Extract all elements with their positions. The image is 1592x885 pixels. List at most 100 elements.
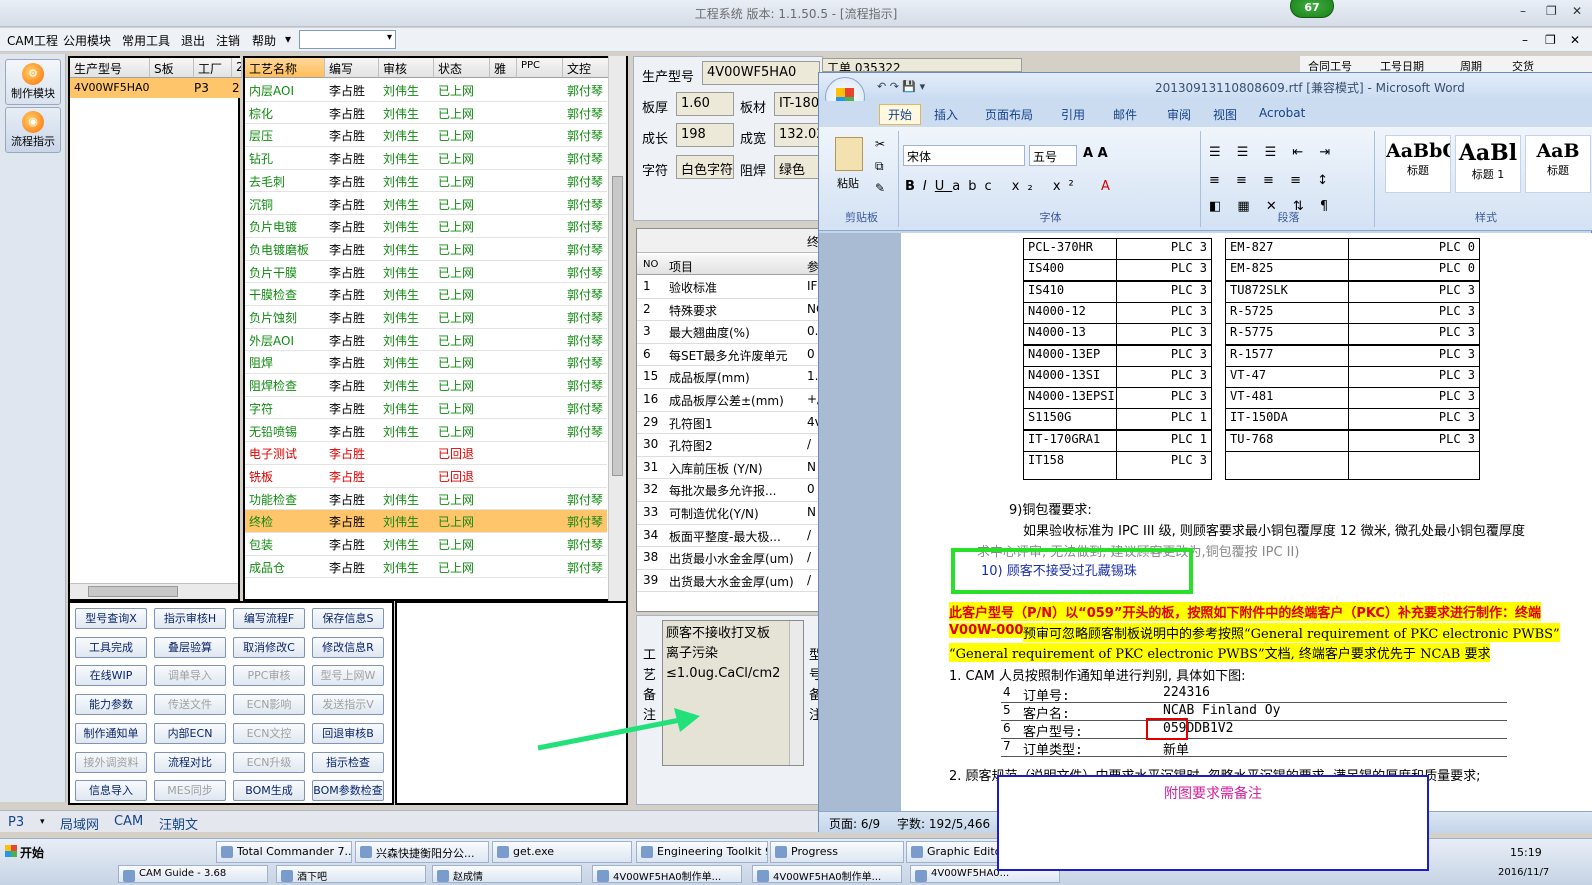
table-row[interactable]: 33 可制造优化(Y/N) N — [637, 502, 823, 525]
style-swatch[interactable]: AaBl 标题 1 — [1455, 135, 1521, 193]
table-row[interactable]: 6 每SET最多允许废单元 0 — [637, 344, 823, 367]
word-tab[interactable]: 引用 — [1061, 106, 1085, 123]
table-row[interactable]: 负片电镀 李占胜 刘伟生 已上网 郭付琴 — [245, 215, 607, 238]
action-button[interactable]: 调单导入 — [154, 665, 226, 687]
minimize-button[interactable]: – — [1520, 4, 1526, 18]
paste-icon[interactable] — [835, 137, 863, 171]
menu-exit[interactable]: 退出 — [181, 32, 205, 49]
table-row[interactable]: 干膜检查 李占胜 刘伟生 已上网 郭付琴 — [245, 283, 607, 306]
table-row[interactable]: 38 出货最小水金金厚(um) / — [637, 547, 823, 570]
col-header-factory[interactable]: 工厂 — [194, 58, 232, 78]
col-header-extra[interactable]: 2 — [232, 58, 242, 78]
action-button[interactable]: PPC审核 — [233, 665, 305, 687]
cut-icon[interactable]: ✂ — [875, 137, 885, 151]
taskbar-item[interactable]: 4V00WF5HA0制作单... — [752, 865, 902, 883]
action-button[interactable]: 内部ECN — [154, 722, 226, 744]
maximize-button[interactable]: ❐ — [1546, 4, 1557, 18]
taskbar-item[interactable]: Graphic Editor — [906, 841, 998, 863]
taskbar-item[interactable]: Progress — [770, 841, 904, 863]
table-row[interactable]: 钻孔 李占胜 刘伟生 已上网 郭付琴 — [245, 147, 607, 170]
font-color-icon[interactable]: A — [1101, 179, 1110, 194]
action-button[interactable]: 能力参数 — [75, 694, 147, 716]
action-button[interactable]: ECN升级 — [233, 751, 305, 773]
menu-help[interactable]: 帮助 — [252, 32, 276, 49]
quick-access-toolbar[interactable]: ↶ ↷ 💾 ▾ — [877, 80, 925, 93]
legend-field[interactable]: 白色字符 — [676, 155, 734, 179]
action-button[interactable]: 指示审核H — [154, 608, 226, 629]
taskbar-item[interactable]: 4V00WF5HA0制作单... — [592, 865, 742, 883]
action-button[interactable]: 工具完成 — [75, 636, 147, 658]
table-row[interactable]: 16 成品板厚公差±(mm) +/ — [637, 389, 823, 412]
table-row[interactable]: 成品仓 李占胜 刘伟生 已上网 郭付琴 — [245, 556, 607, 579]
font-size-select[interactable]: 五号 — [1029, 145, 1077, 166]
vertical-scrollbar[interactable] — [608, 56, 626, 601]
table-row[interactable]: 34 板面平整度-最大极... / — [637, 525, 823, 548]
table-row[interactable]: 电子测试 李占胜 已回退 — [245, 442, 607, 465]
action-button[interactable]: 型号查询X — [75, 608, 147, 629]
table-row[interactable]: 无铅喷锡 李占胜 刘伟生 已上网 郭付琴 — [245, 420, 607, 443]
table-row[interactable]: 去毛刺 李占胜 刘伟生 已上网 郭付琴 — [245, 170, 607, 193]
align-buttons[interactable]: ≡ ≡ ≡ ≡ ↕ — [1209, 173, 1334, 188]
list-buttons[interactable]: ☰ ☰ ☰ ⇤ ⇥ — [1209, 145, 1336, 160]
chevron-down-icon[interactable]: ▾ — [40, 817, 45, 827]
word-tab[interactable]: 审阅 — [1167, 106, 1191, 123]
word-tab[interactable]: Acrobat — [1259, 106, 1305, 120]
style-swatch[interactable]: AaB 标题 — [1525, 135, 1591, 193]
remark-scrollbar[interactable] — [789, 621, 803, 765]
horizontal-scrollbar[interactable] — [70, 583, 238, 599]
action-button[interactable]: BOM参数检查 — [312, 780, 384, 802]
menu-combo-box[interactable]: ▾ — [299, 30, 396, 49]
font-name-select[interactable]: 宋体 — [903, 145, 1025, 166]
word-tab[interactable]: 页面布局 — [985, 106, 1033, 123]
notification-badge[interactable]: 67 — [1290, 0, 1334, 18]
table-row[interactable]: 31 入库前压板 (Y/N) N — [637, 457, 823, 480]
tab-cam[interactable]: CAM — [114, 814, 143, 829]
start-button[interactable]: 开始 — [2, 841, 48, 863]
taskbar-item[interactable]: Engineering Toolkit 9... — [636, 841, 768, 863]
action-button[interactable]: ECN影响 — [233, 694, 305, 716]
menu-logout[interactable]: 注销 — [216, 32, 240, 49]
table-row[interactable]: 铣板 李占胜 已回退 — [245, 465, 607, 488]
mdi-close[interactable]: ✕ — [1570, 33, 1580, 47]
col-header-ya[interactable]: 雅 — [490, 58, 517, 78]
menu-overflow-arrow[interactable]: ▾ — [285, 32, 291, 46]
table-row[interactable]: 4V00WF5HA0 P3 2 — [70, 78, 240, 98]
action-button[interactable]: 保存信息S — [312, 608, 384, 629]
action-button[interactable]: 编写流程F — [233, 608, 305, 629]
word-tab[interactable]: 视图 — [1213, 106, 1237, 123]
tab-user[interactable]: 汪朝文 — [159, 814, 198, 833]
table-row[interactable]: 2 特殊要求 NC — [637, 299, 824, 322]
col-header-ppc[interactable]: PPC — [517, 58, 563, 78]
word-tab[interactable]: 邮件 — [1113, 106, 1137, 123]
col-header-writer[interactable]: 编写 — [325, 58, 379, 78]
table-row[interactable]: 3 最大翘曲度(%) 0. — [637, 321, 823, 344]
table-row[interactable]: 外层AOI 李占胜 刘伟生 已上网 郭付琴 — [245, 329, 607, 352]
table-row[interactable]: 层压 李占胜 刘伟生 已上网 郭付琴 — [245, 124, 607, 148]
tab-p3[interactable]: P3 — [8, 815, 24, 830]
table-row[interactable]: 负电镀磨板 李占胜 刘伟生 已上网 郭付琴 — [245, 238, 607, 261]
taskbar-item[interactable]: get.exe — [492, 841, 632, 863]
table-row[interactable]: 39 出货最大水金金厚(um) / — [637, 570, 823, 593]
table-row[interactable]: 负片干膜 李占胜 刘伟生 已上网 郭付琴 — [245, 261, 607, 284]
action-button[interactable]: 信息导入 — [75, 780, 147, 802]
col-header-s-board[interactable]: S板 — [150, 58, 194, 78]
table-row[interactable]: 负片蚀刻 李占胜 刘伟生 已上网 郭付琴 — [245, 306, 607, 329]
material-field[interactable]: IT-180 — [774, 92, 822, 116]
col-header-doc-control[interactable]: 文控 — [563, 58, 609, 78]
menu-common-module[interactable]: 公用模块 — [63, 32, 111, 49]
col-header-no[interactable]: NO — [643, 259, 658, 270]
taskbar-item[interactable]: 兴森快捷衡阳分公... — [355, 841, 489, 863]
action-button[interactable]: 发送指示V — [312, 694, 384, 716]
table-row[interactable]: 功能检查 李占胜 刘伟生 已上网 郭付琴 — [245, 488, 607, 511]
tab-lan[interactable]: 局域网 — [60, 814, 99, 833]
width-field[interactable]: 132.02 — [774, 123, 822, 147]
col-header-model[interactable]: 生产型号 — [70, 58, 150, 78]
close-button[interactable]: ✕ — [1572, 4, 1582, 18]
menu-cam[interactable]: CAM工程 — [7, 32, 58, 49]
table-row[interactable]: 沉铜 李占胜 刘伟生 已上网 郭付琴 — [245, 193, 607, 216]
action-button[interactable]: 回退审核B — [312, 722, 384, 744]
scroll-thumb[interactable] — [612, 176, 623, 476]
format-painter-icon[interactable]: ✎ — [875, 181, 885, 195]
table-row[interactable]: 15 成品板厚(mm) 1. — [637, 366, 823, 389]
thickness-field[interactable]: 1.60 — [676, 92, 734, 116]
